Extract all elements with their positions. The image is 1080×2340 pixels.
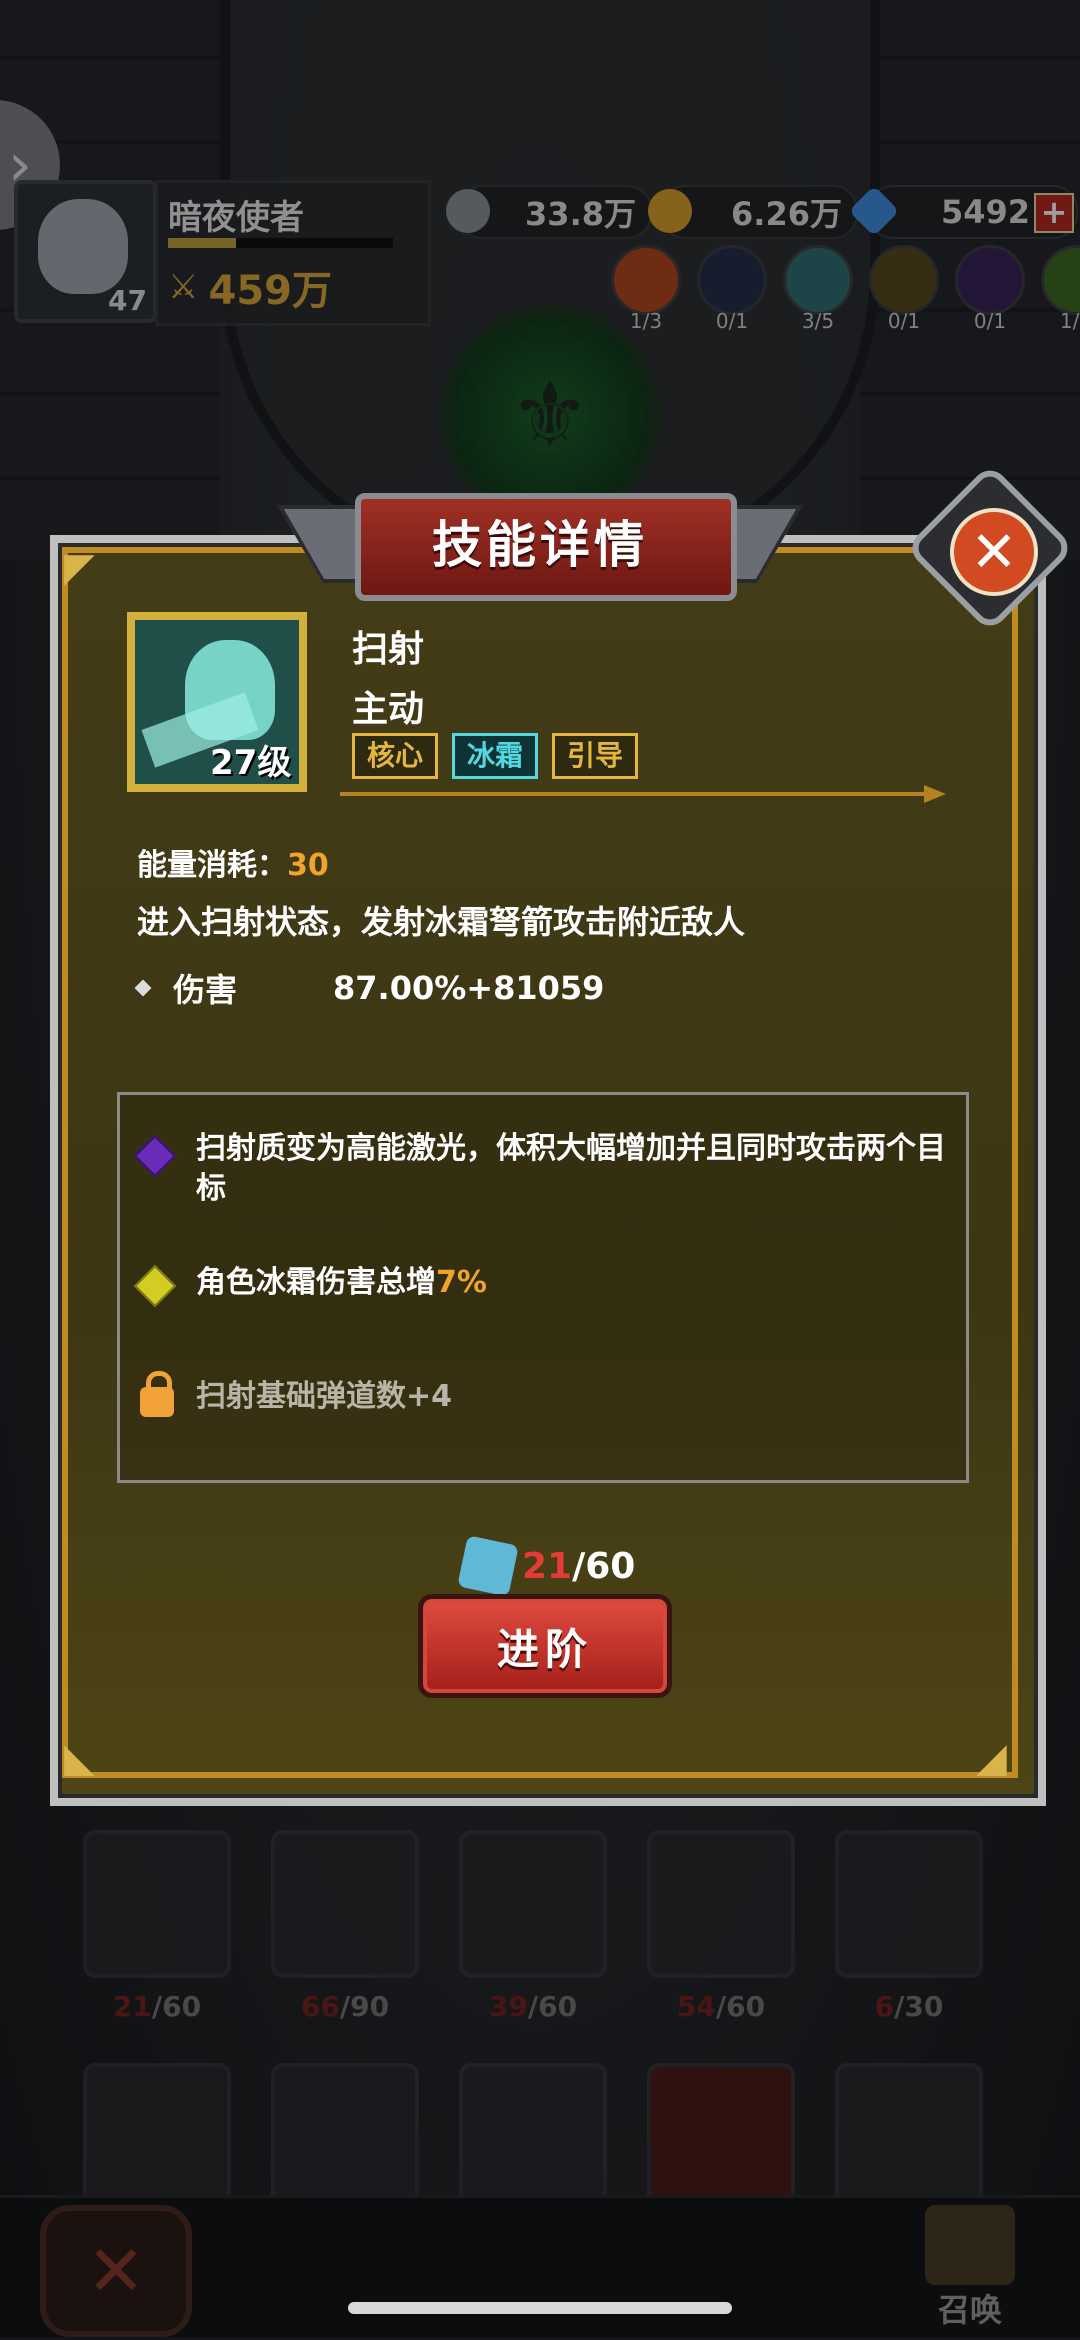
yellow-gem-icon: [133, 1264, 177, 1308]
home-indicator[interactable]: [348, 2302, 732, 2314]
damage-label: 伤害: [173, 971, 238, 1009]
skill-shard-icon: [457, 1535, 519, 1597]
skill-type: 主动: [352, 689, 425, 730]
tag-channel: 引导: [552, 733, 639, 779]
damage-value: 87.00%+81059: [333, 969, 605, 1007]
skill-level: 27级: [210, 743, 292, 783]
bullet-diamond-icon: [134, 979, 152, 997]
shard-progress: 21/60: [457, 1535, 635, 1597]
energy-value: 30: [287, 848, 329, 883]
energy-cost: 能量消耗：30: [137, 848, 329, 883]
damage-row: 伤害 87.00%+81059: [134, 965, 605, 1011]
lock-icon: [140, 1371, 174, 1417]
corner-ornament-icon: ◣: [64, 1735, 95, 1781]
close-icon: ✕: [950, 508, 1038, 596]
passive-list: 扫射质变为高能激光，体积大幅增加并且同时攻击两个目标 角色冰霜伤害总增7% 扫射…: [117, 1092, 969, 1483]
skill-name: 扫射: [352, 629, 425, 670]
corner-ornament-icon: ◢: [976, 1735, 1007, 1781]
panel-title: 技能详情: [432, 516, 648, 574]
divider: [340, 785, 946, 803]
skill-tags: 核心 冰霜 引导: [352, 733, 639, 779]
tag-frost: 冰霜: [452, 733, 539, 779]
corner-ornament-icon: ◤: [64, 545, 95, 591]
purple-gem-icon: [133, 1134, 177, 1178]
close-button[interactable]: ✕: [905, 463, 1075, 633]
advance-button[interactable]: 进阶: [418, 1594, 672, 1698]
tag-core: 核心: [352, 733, 439, 779]
skill-description: 进入扫射状态，发射冰霜弩箭攻击附近敌人: [137, 903, 746, 941]
